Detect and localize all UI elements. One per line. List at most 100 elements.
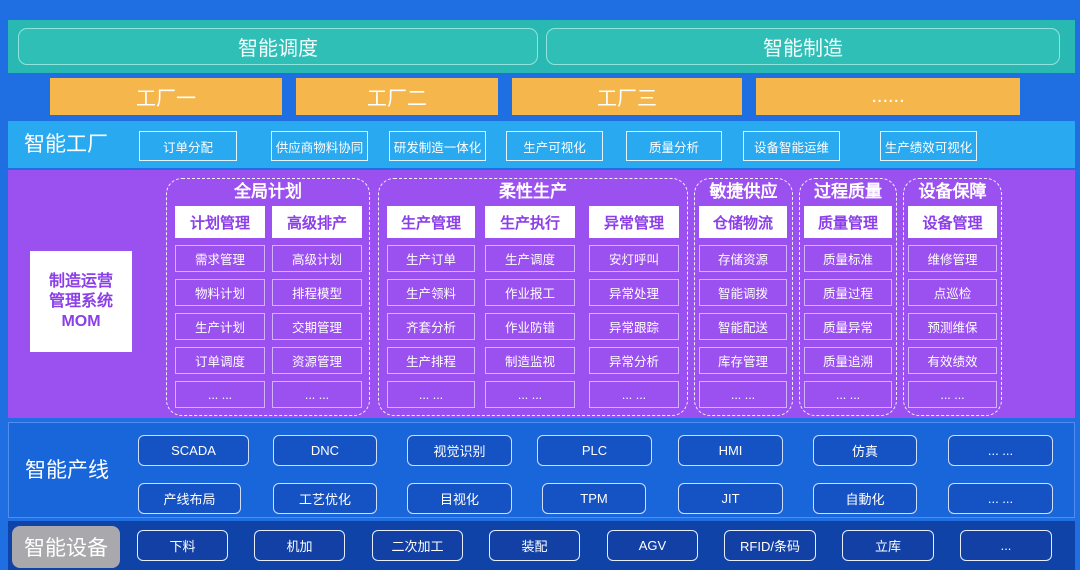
more-items: ... ... [272, 381, 362, 408]
kitting-analysis-item: 齐套分析 [387, 313, 475, 340]
global-planning-group: 全局计划 计划管理 需求管理 物料计划 生产计划 订单调度 ... ... 高级… [166, 178, 370, 416]
flexible-production-title: 柔性生产 [499, 182, 567, 201]
warehouse-logistics-column: 仓储物流 存储资源 智能调拨 智能配送 库存管理 ... ... [699, 206, 787, 408]
order-dispatch-item: 订单调度 [175, 347, 265, 374]
exception-handling-item: 异常处理 [589, 279, 679, 306]
agile-supply-title: 敏捷供应 [709, 182, 778, 201]
production-planning-item: 生产计划 [175, 313, 265, 340]
agile-supply-group: 敏捷供应 仓储物流 存储资源 智能调拨 智能配送 库存管理 ... ... [694, 178, 793, 416]
storage-resources-item: 存储资源 [699, 245, 787, 272]
production-order-item: 生产订单 [387, 245, 475, 272]
equipment-assurance-title: 设备保障 [918, 182, 987, 201]
equipment-management-header: 设备管理 [908, 206, 997, 238]
secondary-processing-box: 二次加工 [372, 530, 463, 561]
smart-factory-layer: 智能工厂 订单分配 供应商物料协同 研发制造一体化 生产可视化 质量分析 设备智… [8, 121, 1075, 168]
factory-1-box: 工厂一 [50, 78, 282, 115]
quality-management-column: 质量管理 质量标准 质量过程 质量异常 质量追溯 ... ... [804, 206, 892, 408]
smart-delivery-item: 智能配送 [699, 313, 787, 340]
production-management-column: 生产管理 生产订单 生产领料 齐套分析 生产排程 ... ... [387, 206, 475, 408]
jit-box: JIT [678, 483, 783, 514]
smart-transfer-item: 智能调拨 [699, 279, 787, 306]
smart-manufacturing-architecture-diagram: 智能调度 智能制造 工厂一 工厂二 工厂三 ...... 智能工厂 订单分配 供… [0, 0, 1080, 570]
predictive-maintenance-item: 预测维保 [908, 313, 997, 340]
rd-manufacturing-integration-box: 研发制造一体化 [389, 131, 486, 161]
more-box: ... ... [948, 483, 1053, 514]
demand-management-item: 需求管理 [175, 245, 265, 272]
assembly-box: 装配 [489, 530, 580, 561]
scada-box: SCADA [138, 435, 249, 466]
equipment-assurance-group: 设备保障 设备管理 维修管理 点巡检 预测维保 有效绩效 ... ... [903, 178, 1002, 416]
production-scheduling-item: 生产排程 [387, 347, 475, 374]
simulation-box: 仿真 [813, 435, 917, 466]
production-performance-visualization-box: 生产绩效可视化 [880, 131, 977, 161]
vision-recognition-box: 视觉识别 [407, 435, 512, 466]
resource-management-item: 资源管理 [272, 347, 362, 374]
exception-management-header: 异常管理 [589, 206, 679, 238]
exception-tracking-item: 异常跟踪 [589, 313, 679, 340]
more-items: ... ... [699, 381, 787, 408]
rfid-barcode-box: RFID/条码 [724, 530, 816, 561]
scheduling-model-item: 排程模型 [272, 279, 362, 306]
intelligent-manufacturing-box: 智能制造 [546, 28, 1060, 65]
equipment-smart-maintenance-box: 设备智能运维 [743, 131, 840, 161]
machining-box: 机加 [254, 530, 345, 561]
exception-management-column: 异常管理 安灯呼叫 异常处理 异常跟踪 异常分析 ... ... [589, 206, 679, 408]
equipment-management-column: 设备管理 维修管理 点巡检 预测维保 有效绩效 ... ... [908, 206, 997, 408]
more-items: ... ... [804, 381, 892, 408]
process-optimization-box: 工艺优化 [273, 483, 377, 514]
hmi-box: HMI [678, 435, 783, 466]
planning-management-column: 计划管理 需求管理 物料计划 生产计划 订单调度 ... ... [175, 206, 265, 408]
production-execution-header: 生产执行 [485, 206, 575, 238]
production-execution-column: 生产执行 生产调度 作业报工 作业防错 制造监视 ... ... [485, 206, 575, 408]
more-factories-box: ...... [756, 78, 1020, 115]
order-allocation-box: 订单分配 [139, 131, 237, 161]
warehouse-logistics-header: 仓储物流 [699, 206, 787, 238]
work-reporting-item: 作业报工 [485, 279, 575, 306]
mom-system-label-line: 管理系统 [48, 292, 113, 310]
more-box: ... [960, 530, 1052, 561]
error-proofing-item: 作业防错 [485, 313, 575, 340]
factory-2-box: 工厂二 [296, 78, 498, 115]
process-quality-group: 过程质量 质量管理 质量标准 质量过程 质量异常 质量追溯 ... ... [799, 178, 897, 416]
more-items: ... ... [908, 381, 997, 408]
inventory-management-item: 库存管理 [699, 347, 787, 374]
line-layout-box: 产线布局 [138, 483, 241, 514]
effective-performance-item: 有效绩效 [908, 347, 997, 374]
more-items: ... ... [175, 381, 265, 408]
smart-factory-label: 智能工厂 [24, 133, 108, 156]
more-box: ... ... [948, 435, 1053, 466]
more-items: ... ... [387, 381, 475, 408]
mom-system-box: 制造运营 管理系统 MOM [30, 251, 132, 352]
advanced-scheduling-header: 高级排产 [272, 206, 362, 238]
manufacturing-monitoring-item: 制造监视 [485, 347, 575, 374]
process-quality-title: 过程质量 [814, 182, 882, 201]
global-planning-title: 全局计划 [234, 182, 302, 201]
intelligent-scheduling-box: 智能调度 [18, 28, 538, 65]
delivery-date-management-item: 交期管理 [272, 313, 362, 340]
mom-system-label-line: MOM [61, 312, 101, 330]
production-material-picking-item: 生产领料 [387, 279, 475, 306]
visual-management-box: 目视化 [407, 483, 512, 514]
quality-management-header: 质量管理 [804, 206, 892, 238]
production-dispatch-item: 生产调度 [485, 245, 575, 272]
smart-devices-layer: 智能设备 下料 机加 二次加工 装配 AGV RFID/条码 立库 ... [8, 521, 1075, 570]
quality-exceptions-item: 质量异常 [804, 313, 892, 340]
maintenance-management-item: 维修管理 [908, 245, 997, 272]
smart-production-line-layer: 智能产线 SCADA DNC 视觉识别 PLC HMI 仿真 ... ... 产… [8, 422, 1075, 518]
supplier-material-collaboration-box: 供应商物料协同 [271, 131, 368, 161]
smart-production-line-label: 智能产线 [25, 459, 109, 482]
tpm-box: TPM [542, 483, 646, 514]
planning-management-header: 计划管理 [175, 206, 265, 238]
quality-standards-item: 质量标准 [804, 245, 892, 272]
smart-devices-label: 智能设备 [12, 526, 120, 568]
dnc-box: DNC [273, 435, 377, 466]
mom-layer: 制造运营 管理系统 MOM 全局计划 计划管理 需求管理 物料计划 生产计划 订… [8, 170, 1075, 418]
material-planning-item: 物料计划 [175, 279, 265, 306]
andon-call-item: 安灯呼叫 [589, 245, 679, 272]
agv-box: AGV [607, 530, 698, 561]
exception-analysis-item: 异常分析 [589, 347, 679, 374]
quality-analysis-box: 质量分析 [626, 131, 722, 161]
quality-process-item: 质量过程 [804, 279, 892, 306]
spot-inspection-item: 点巡检 [908, 279, 997, 306]
more-items: ... ... [485, 381, 575, 408]
